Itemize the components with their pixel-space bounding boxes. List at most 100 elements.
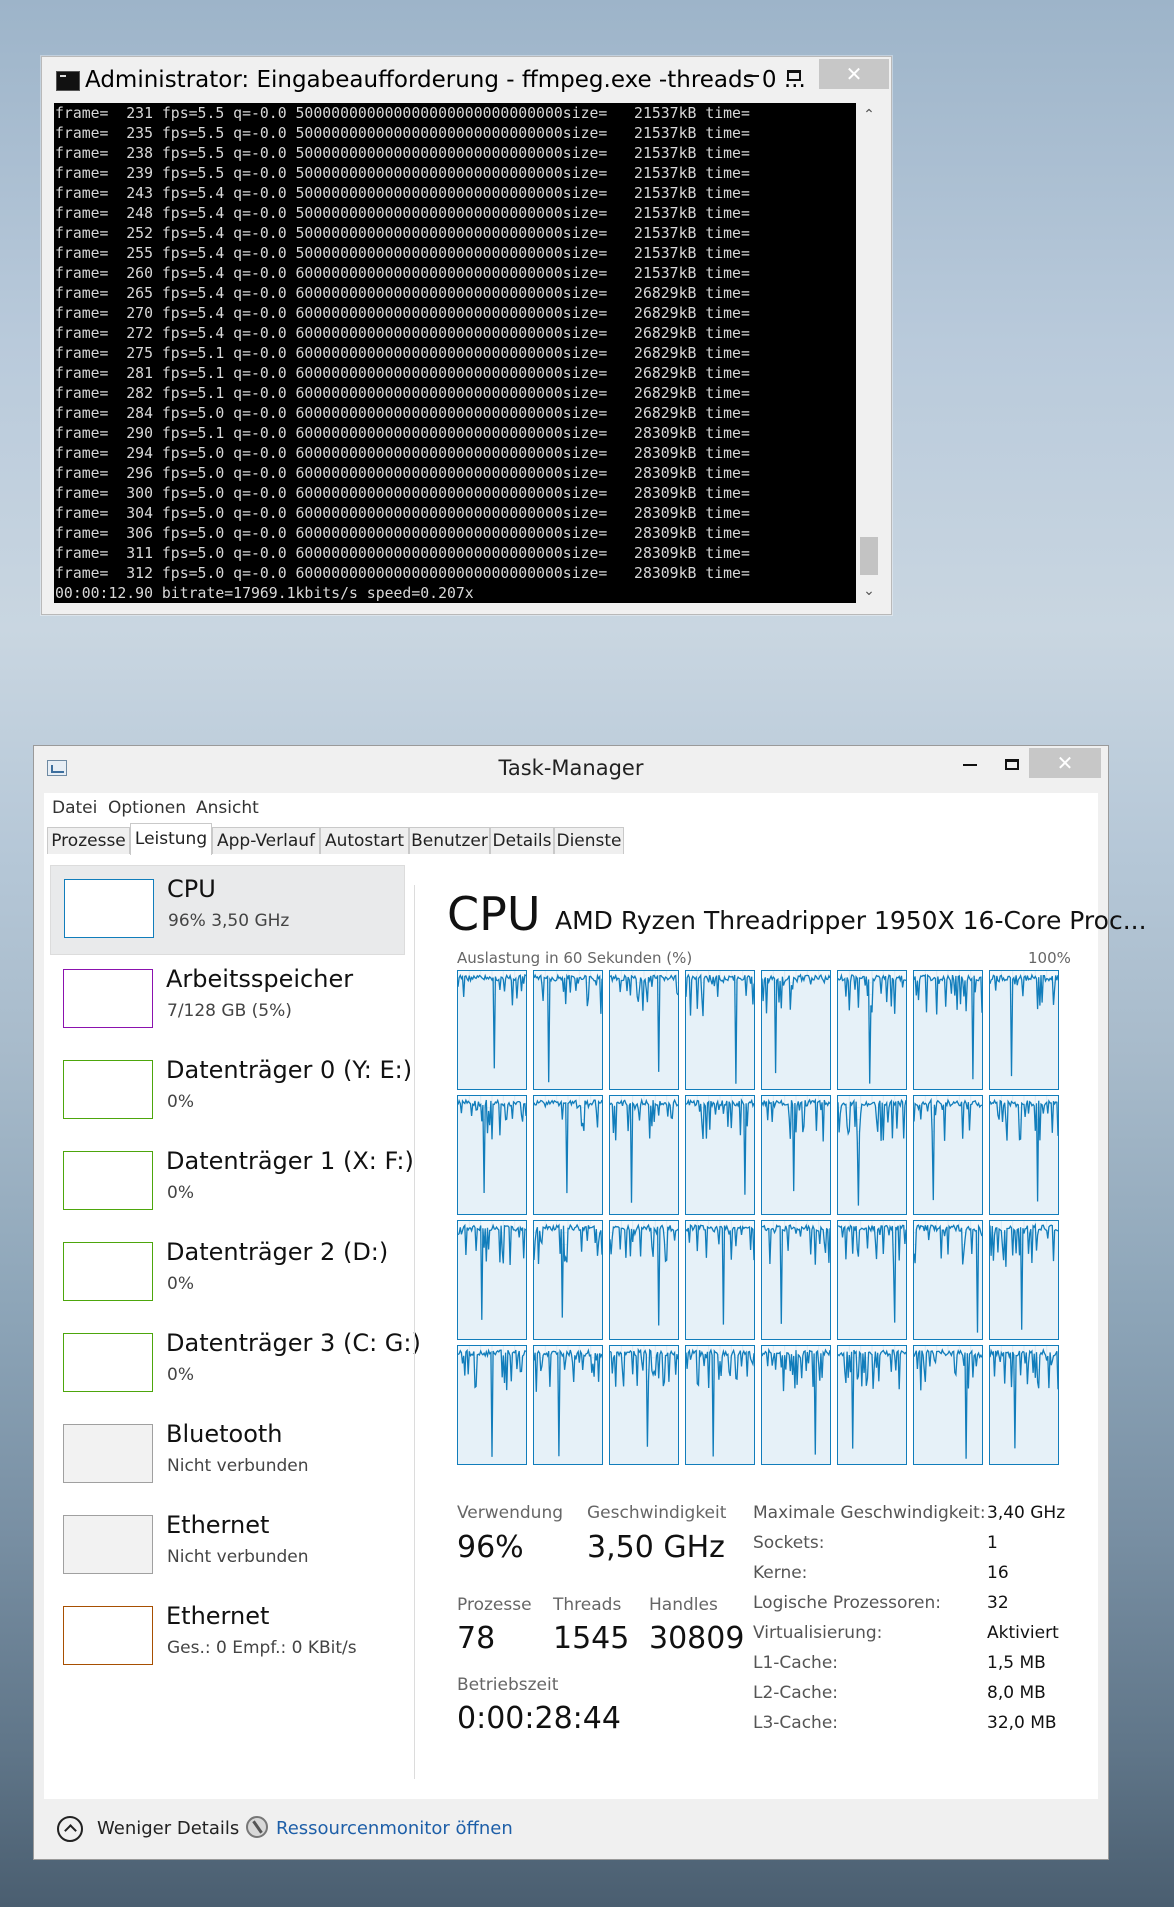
tab-autostart[interactable]: Autostart	[320, 827, 409, 854]
menu-datei[interactable]: Datei	[52, 798, 97, 818]
panel-divider	[414, 885, 415, 1779]
sidebar-item-subtitle: Nicht verbunden	[167, 1547, 309, 1567]
maximize-button[interactable]	[774, 59, 814, 89]
utilization-max: 100%	[1028, 949, 1071, 967]
minimize-button[interactable]	[732, 59, 772, 89]
logical-processor-graphs[interactable]	[457, 970, 1069, 1470]
logical-processor-graph	[837, 1345, 907, 1465]
sidebar-graph-thumbnail	[63, 1606, 153, 1665]
sidebar-item-6[interactable]: Bluetooth Nicht verbunden	[50, 1411, 405, 1501]
logical-processor-graph	[913, 1095, 983, 1215]
menu-ansicht[interactable]: Ansicht	[196, 798, 259, 818]
tab-leistung[interactable]: Leistung	[130, 823, 212, 856]
sidebar-item-subtitle: Nicht verbunden	[167, 1456, 309, 1476]
console-scrollbar[interactable]: ⌃ ⌄	[858, 103, 880, 603]
sidebar-item-subtitle: 7/128 GB (5%)	[167, 1001, 292, 1021]
sidebar-graph-thumbnail	[63, 1424, 153, 1483]
cmd-titlebar[interactable]: Administrator: Eingabeaufforderung - ffm…	[42, 57, 891, 103]
logical-processor-graph	[533, 1345, 603, 1465]
sidebar-graph-thumbnail	[63, 1242, 153, 1301]
sidebar-item-8[interactable]: Ethernet Ges.: 0 Empf.: 0 KBit/s	[50, 1593, 405, 1683]
sidebar-item-subtitle: 0%	[167, 1274, 194, 1294]
info-label: Logische Prozessoren:	[753, 1593, 941, 1613]
info-value: 32	[987, 1593, 1009, 1613]
sidebar-item-subtitle: 0%	[167, 1092, 194, 1112]
sidebar-item-title: Arbeitsspeicher	[166, 965, 354, 993]
collapse-icon[interactable]	[57, 1816, 83, 1842]
resource-monitor-link[interactable]: Ressourcenmonitor öffnen	[276, 1818, 513, 1839]
sidebar-graph-thumbnail	[63, 1060, 153, 1119]
tm-footer: Weniger Details Ressourcenmonitor öffnen	[34, 1799, 1108, 1859]
sidebar-item-title: CPU	[167, 875, 216, 903]
maximize-button[interactable]	[992, 748, 1032, 778]
sidebar-item-title: Datenträger 1 (X: F:)	[166, 1147, 414, 1175]
sidebar-item-0[interactable]: CPU 96% 3,50 GHz	[50, 865, 405, 955]
sidebar-item-7[interactable]: Ethernet Nicht verbunden	[50, 1502, 405, 1592]
sidebar-item-3[interactable]: Datenträger 1 (X: F:) 0%	[50, 1138, 414, 1228]
handles-label: Handles	[649, 1595, 718, 1615]
performance-panel: CPU 96% 3,50 GHz Arbeitsspeicher 7/128 GB (…	[44, 855, 1147, 1799]
uptime-value: 0:00:28:44	[457, 1701, 621, 1736]
tab-prozesse[interactable]: Prozesse	[47, 827, 130, 854]
info-value: 3,40 GHz	[987, 1503, 1066, 1523]
logical-processor-graph	[837, 970, 907, 1090]
threads-value: 1545	[553, 1621, 630, 1656]
processes-label: Prozesse	[457, 1595, 532, 1615]
console-output[interactable]: frame= 231 fps=5.5 q=-0.0 50000000000000…	[54, 103, 856, 603]
sidebar-item-5[interactable]: Datenträger 3 (C: G:) 0%	[50, 1320, 421, 1410]
maximize-icon	[1005, 759, 1019, 770]
scroll-up-icon[interactable]: ⌃	[858, 105, 880, 125]
minimize-button[interactable]	[950, 748, 990, 778]
scrollbar-thumb[interactable]	[860, 537, 878, 575]
info-value: 8,0 MB	[987, 1683, 1046, 1703]
sidebar-item-2[interactable]: Datenträger 0 (Y: E:) 0%	[50, 1047, 412, 1137]
sidebar-item-subtitle: 96% 3,50 GHz	[168, 911, 290, 931]
fewer-details-button[interactable]: Weniger Details	[97, 1818, 239, 1839]
sidebar-item-title: Datenträger 2 (D:)	[166, 1238, 389, 1266]
close-button[interactable]: ✕	[819, 59, 889, 89]
tab-app-verlauf[interactable]: App-Verlauf	[212, 827, 320, 854]
tab-details[interactable]: Details	[490, 827, 554, 854]
sidebar-graph-thumbnail	[63, 1515, 153, 1574]
logical-processor-graph	[457, 1095, 527, 1215]
info-label: Kerne:	[753, 1563, 808, 1583]
logical-processor-graph	[989, 1220, 1059, 1340]
cmd-window[interactable]: Administrator: Eingabeaufforderung - ffm…	[41, 56, 892, 615]
logical-processor-graph	[761, 1345, 831, 1465]
info-value: Aktiviert	[987, 1623, 1059, 1643]
console-icon	[56, 71, 80, 91]
cpu-model: AMD Ryzen Threadripper 1950X 16-Core Pro…	[555, 906, 1147, 935]
usage-value: 96%	[457, 1530, 524, 1565]
info-value: 16	[987, 1563, 1009, 1583]
scroll-down-icon[interactable]: ⌄	[858, 581, 880, 601]
logical-processor-graph	[685, 1345, 755, 1465]
taskmanager-window[interactable]: Task-Manager ✕ Datei Optionen Ansicht Pr…	[33, 745, 1147, 1860]
maximize-icon	[787, 70, 801, 81]
info-label: Sockets:	[753, 1533, 825, 1553]
logical-processor-graph	[609, 1095, 679, 1215]
logical-processor-graph	[913, 1345, 983, 1465]
logical-processor-graph	[761, 1095, 831, 1215]
logical-processor-graph	[457, 970, 527, 1090]
info-value: 1,5 MB	[987, 1653, 1046, 1673]
tab-dienste[interactable]: Dienste	[554, 827, 624, 854]
logical-processor-graph	[989, 1345, 1059, 1465]
logical-processor-graph	[457, 1345, 527, 1465]
utilization-label: Auslastung in 60 Sekunden (%)	[457, 949, 693, 967]
logical-processor-graph	[761, 970, 831, 1090]
minimize-icon	[745, 74, 759, 77]
sidebar-item-title: Bluetooth	[166, 1420, 283, 1448]
sidebar-graph-thumbnail	[64, 879, 154, 938]
sidebar-item-1[interactable]: Arbeitsspeicher 7/128 GB (5%)	[50, 956, 405, 1046]
sidebar-item-subtitle: 0%	[167, 1365, 194, 1385]
sidebar-item-title: Datenträger 0 (Y: E:)	[166, 1056, 413, 1084]
sidebar-item-4[interactable]: Datenträger 2 (D:) 0%	[50, 1229, 405, 1319]
menu-optionen[interactable]: Optionen	[108, 798, 186, 818]
logical-processor-graph	[533, 1220, 603, 1340]
tm-titlebar[interactable]: Task-Manager ✕	[34, 746, 1108, 792]
sidebar-item-subtitle: Ges.: 0 Empf.: 0 KBit/s	[167, 1638, 357, 1658]
logical-processor-graph	[837, 1220, 907, 1340]
tab-benutzer[interactable]: Benutzer	[409, 827, 490, 854]
close-button[interactable]: ✕	[1029, 748, 1101, 778]
logical-processor-graph	[685, 970, 755, 1090]
